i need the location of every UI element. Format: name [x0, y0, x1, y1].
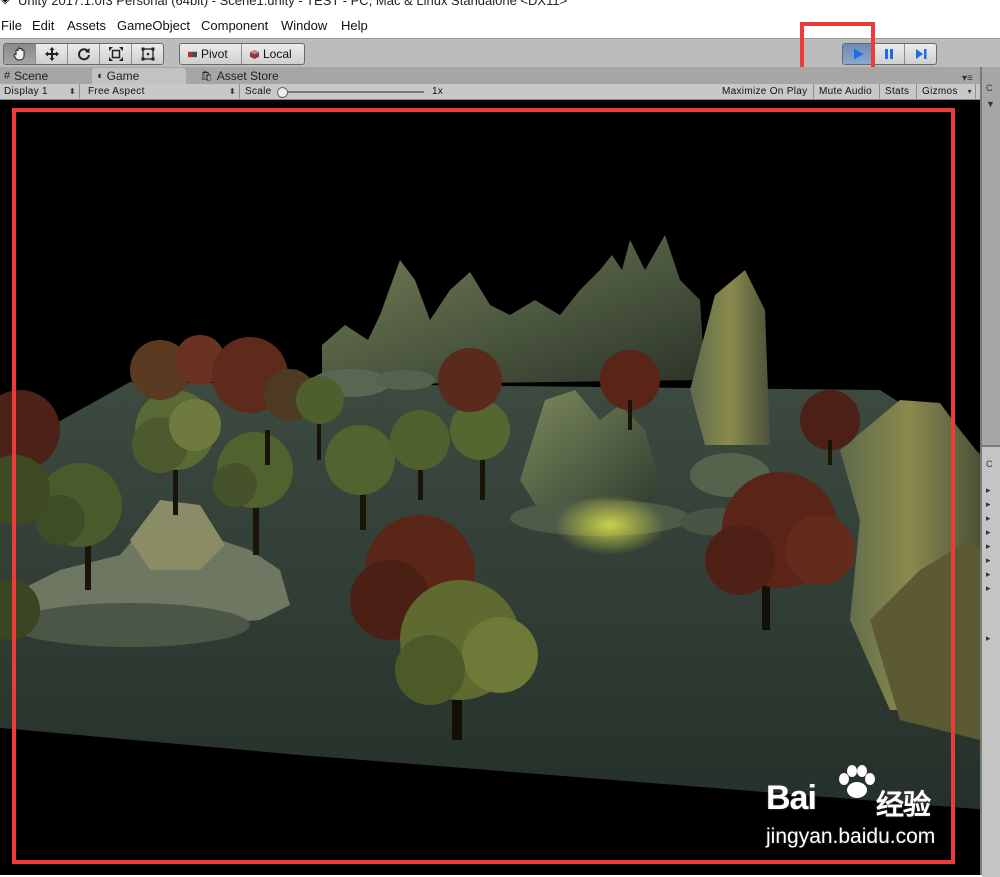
- folder-icon[interactable]: ▸: [986, 633, 991, 644]
- store-icon: 🛍: [200, 70, 213, 82]
- mute-label: Mute Audio: [819, 86, 873, 97]
- paw-icon: [839, 765, 875, 798]
- tab-asset-store[interactable]: 🛍 Asset Store: [196, 68, 296, 84]
- display-label: Display 1: [4, 86, 48, 97]
- mute-audio-toggle[interactable]: Mute Audio: [815, 84, 880, 99]
- right-panel-tab[interactable]: C: [986, 83, 993, 93]
- gizmos-label: Gizmos: [922, 86, 958, 97]
- step-icon: [915, 49, 926, 59]
- scale-tool-button[interactable]: [100, 44, 132, 64]
- folder-icon[interactable]: ▸: [986, 485, 991, 496]
- window-title-bar: ◈ Unity 2017.1.0f3 Personal (64bit) - Sc…: [0, 0, 1000, 10]
- rotate-tool-button[interactable]: [68, 44, 100, 64]
- local-icon: [250, 49, 259, 59]
- baidu-watermark: Bai 经验 jingyan.baidu.com: [766, 765, 966, 855]
- pause-icon: [885, 49, 893, 59]
- folder-icon[interactable]: ▸: [986, 513, 991, 524]
- editor-tab-bar: # Scene ◖ Game 🛍 Asset Store ▾≡: [0, 67, 980, 84]
- pivot-label: Pivot: [201, 47, 228, 61]
- menu-edit[interactable]: Edit: [32, 18, 54, 33]
- folder-icon[interactable]: ▸: [986, 555, 991, 566]
- scale-slider-track[interactable]: [282, 91, 424, 93]
- folder-icon[interactable]: ▸: [986, 527, 991, 538]
- game-view-highlight: [12, 108, 955, 864]
- aspect-label: Free Aspect: [88, 86, 145, 97]
- hand-tool-button[interactable]: [4, 44, 36, 64]
- maximize-label: Maximize On Play: [722, 86, 808, 97]
- display-dropdown[interactable]: Display 1 ⬍: [0, 84, 80, 99]
- dropdown-arrow-icon: ▾: [967, 87, 972, 96]
- tab-game[interactable]: ◖ Game: [92, 68, 186, 84]
- watermark-url: jingyan.baidu.com: [766, 825, 936, 848]
- chevron-down-icon[interactable]: ▼: [986, 99, 995, 109]
- menu-gameobject[interactable]: GameObject: [117, 18, 190, 33]
- hand-icon: [13, 47, 24, 61]
- tab-game-label: Game: [106, 69, 140, 83]
- pause-button[interactable]: [874, 44, 905, 64]
- folder-icon[interactable]: ▸: [986, 569, 991, 580]
- scale-value: 1x: [432, 86, 444, 97]
- tab-options-icon[interactable]: ▾≡: [962, 73, 973, 84]
- scale-icon: [108, 47, 123, 61]
- updown-icon: ⬍: [68, 87, 76, 96]
- rect-tool-button[interactable]: [132, 44, 163, 64]
- scale-label: Scale: [245, 86, 272, 97]
- pivot-local-group: Pivot Local: [179, 43, 305, 65]
- rotate-icon: [77, 48, 90, 61]
- gizmos-dropdown[interactable]: Gizmos ▾: [918, 84, 976, 99]
- right-panel-lower-tab[interactable]: C: [986, 459, 993, 469]
- tab-scene[interactable]: # Scene: [0, 68, 88, 84]
- menu-window[interactable]: Window: [281, 18, 327, 33]
- unity-logo-icon: ◈: [1, 0, 10, 6]
- move-tool-button[interactable]: [36, 44, 68, 64]
- right-panel-lower: C ▸ ▸ ▸ ▸ ▸ ▸ ▸ ▸ ▸: [982, 445, 1000, 877]
- updown-icon: ⬍: [228, 87, 236, 96]
- aspect-dropdown[interactable]: Free Aspect ⬍: [84, 84, 240, 99]
- watermark-logo: Bai: [766, 779, 817, 817]
- grid-icon: #: [4, 70, 11, 82]
- menu-assets[interactable]: Assets: [67, 18, 106, 33]
- tab-scene-label: Scene: [14, 69, 49, 83]
- step-button[interactable]: [905, 44, 936, 64]
- transform-tools: [3, 43, 164, 65]
- pivot-icon: [188, 51, 197, 57]
- menu-help[interactable]: Help: [341, 18, 368, 33]
- folder-icon[interactable]: ▸: [986, 583, 991, 594]
- game-view-toolbar: Display 1 ⬍ Free Aspect ⬍ Scale 1x Maxim…: [0, 84, 980, 100]
- move-icon: [44, 47, 59, 61]
- menu-file[interactable]: File: [1, 18, 22, 33]
- rect-icon: [141, 47, 154, 61]
- scale-slider-thumb[interactable]: [277, 87, 288, 98]
- tab-asset-store-label: Asset Store: [216, 69, 279, 83]
- folder-icon[interactable]: ▸: [986, 499, 991, 510]
- folder-icon[interactable]: ▸: [986, 541, 991, 552]
- watermark-logo-cn: 经验: [876, 789, 931, 820]
- pivot-toggle[interactable]: Pivot: [180, 44, 242, 64]
- right-side-panel: C ▼ C ▸ ▸ ▸ ▸ ▸ ▸ ▸ ▸ ▸: [980, 67, 1000, 877]
- window-title: Unity 2017.1.0f3 Personal (64bit) - Scen…: [18, 0, 568, 8]
- stats-toggle[interactable]: Stats: [881, 84, 917, 99]
- pacman-icon: ◖: [96, 70, 103, 82]
- menu-component[interactable]: Component: [201, 18, 268, 33]
- local-label: Local: [263, 47, 292, 61]
- local-toggle[interactable]: Local: [242, 44, 304, 64]
- maximize-on-play-toggle[interactable]: Maximize On Play: [718, 84, 814, 99]
- stats-label: Stats: [885, 86, 910, 97]
